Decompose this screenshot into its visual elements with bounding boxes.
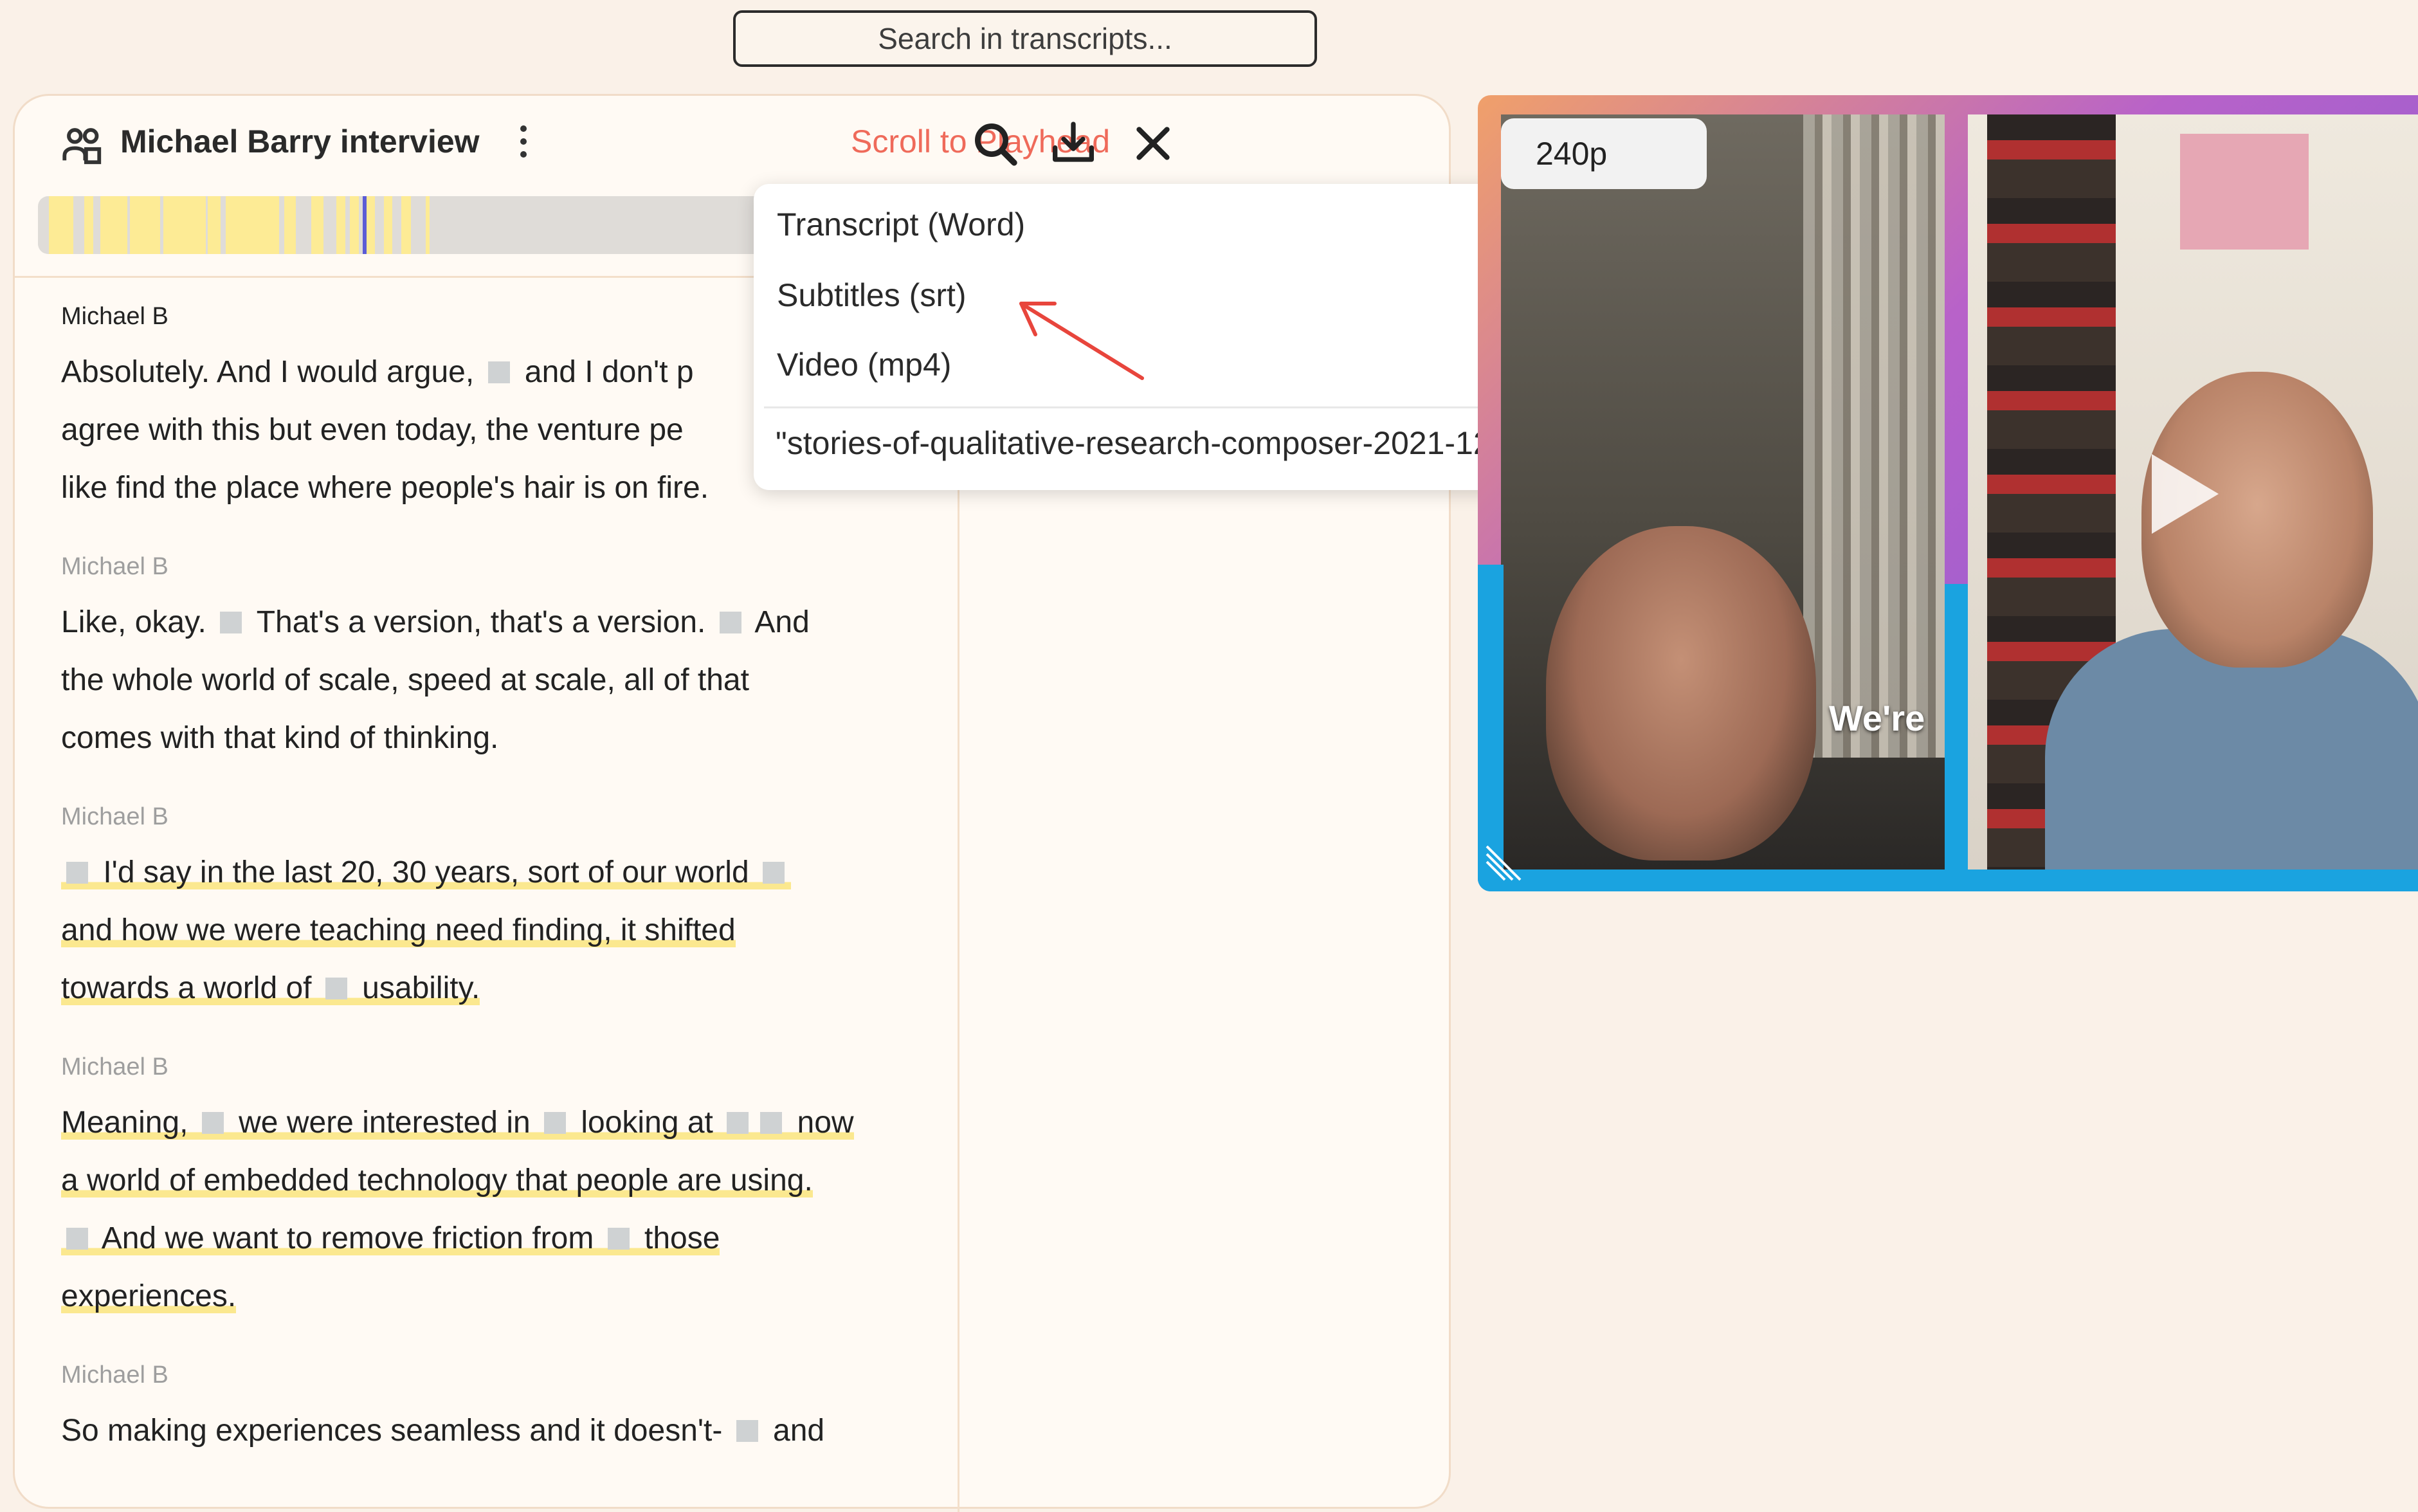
transcript-line[interactable]: And we want to remove friction from thos… [61,1210,955,1268]
transcript-line[interactable]: Meaning, we were interested in looking a… [61,1094,955,1152]
transcript-line[interactable]: comes with that kind of thinking. [61,709,955,767]
close-icon[interactable] [1127,118,1179,169]
download-subtitles-srt[interactable]: Subtitles (srt) [777,277,967,314]
timeline-highlight-segment[interactable] [226,196,279,254]
pause-marker [727,1112,749,1134]
pause-marker [763,862,785,884]
transcript-block[interactable]: Michael B Meaning, we were interested in … [61,1053,955,1325]
timeline-highlight-segment[interactable] [284,196,296,254]
timeline-highlight-segment[interactable] [163,196,206,254]
transcript-block[interactable]: Michael B So making experiences seamless … [61,1362,955,1460]
resize-handle-icon[interactable] [1484,844,1523,882]
timeline-highlight-segment[interactable] [129,196,161,254]
timeline-highlight-segment[interactable] [366,196,376,254]
timeline-highlight-segment[interactable] [384,196,392,254]
transcript-line[interactable]: and how we were teaching need finding, i… [61,902,955,960]
transcript-line[interactable]: the whole world of scale, speed at scale… [61,651,955,709]
play-icon[interactable] [2152,454,2219,534]
timeline-highlight-segment[interactable] [208,196,221,254]
transcript-line[interactable]: So making experiences seamless and it do… [61,1402,955,1460]
video-player[interactable]: 240p We're [1478,95,2418,891]
transcript-timeline[interactable] [38,196,784,254]
download-transcript-word[interactable]: Transcript (Word) [777,206,1025,243]
panel-header: Michael Barry interview Scroll to Playhe… [15,96,1449,186]
pause-marker [719,612,741,633]
pause-marker [325,978,347,999]
timeline-playhead[interactable] [362,196,367,254]
timeline-highlight-segment[interactable] [100,196,128,254]
download-icon[interactable] [1048,118,1099,169]
transcript-line[interactable]: I'd say in the last 20, 30 years, sort o… [61,844,955,902]
video-caption: We're [1829,698,1925,738]
transcript-line[interactable]: a world of embedded technology that peop… [61,1152,955,1210]
pause-marker [66,1228,88,1250]
transcript-line[interactable]: Like, okay. That's a version, that's a v… [61,594,955,651]
interview-title: Michael Barry interview [120,123,480,159]
speaker-label: Michael B [61,803,168,830]
pause-marker [760,1112,783,1134]
timeline-highlight-segment[interactable] [401,196,411,254]
timeline-highlight-segment[interactable] [49,196,73,254]
transcript-line[interactable]: towards a world of usability. [61,960,955,1017]
people-icon [62,128,102,165]
annotation-arrow-icon [1019,302,1144,380]
pause-marker [66,862,88,884]
timeline-highlight-segment[interactable] [84,196,93,254]
more-vertical-icon[interactable] [514,122,533,167]
download-video-mp4[interactable]: Video (mp4) [777,346,951,383]
pause-marker [544,1112,567,1134]
pause-marker [607,1228,630,1250]
search-icon[interactable] [969,118,1021,169]
transcript-block[interactable]: Michael B I'd say in the last 20, 30 yea… [61,803,955,1017]
pause-marker [201,1112,224,1134]
video-quality-selector[interactable]: 240p [1501,118,1707,189]
speaker-label: Michael B [61,553,168,580]
video-participant-left [1501,114,1945,871]
timeline-highlight-segment[interactable] [349,196,359,254]
speaker-label: Michael B [61,1362,168,1389]
timeline-highlight-segment[interactable] [426,196,430,254]
pause-marker [736,1420,758,1442]
transcript-line[interactable]: experiences. [61,1268,955,1325]
timeline-highlight-segment[interactable] [311,196,324,254]
transcript-block[interactable]: Michael B Like, okay. That's a version, t… [61,553,955,767]
speaker-label: Michael B [61,1053,168,1080]
timeline-highlight-segment[interactable] [336,196,345,254]
pause-marker [487,361,510,383]
transcript-search-input[interactable] [733,10,1317,67]
pause-marker [220,612,242,633]
